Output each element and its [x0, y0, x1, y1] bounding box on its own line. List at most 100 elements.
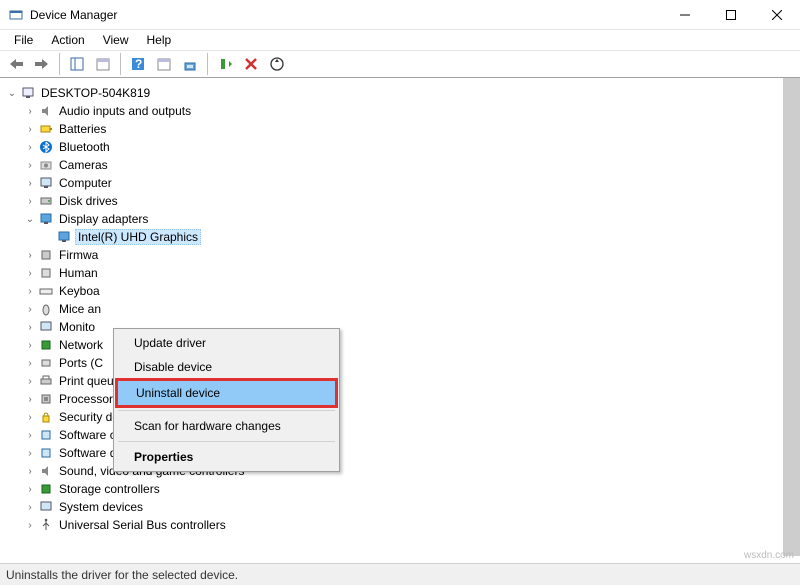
tree-item-keyboards[interactable]: ›Keyboa [4, 282, 796, 300]
display-icon [56, 229, 72, 245]
expand-icon[interactable]: › [24, 484, 36, 495]
minimize-button[interactable] [662, 0, 708, 30]
uninstall-button[interactable] [239, 52, 263, 76]
expand-icon[interactable]: › [24, 268, 36, 279]
expand-icon[interactable]: ⌄ [24, 214, 36, 225]
device-tree[interactable]: ⌄ DESKTOP-504K819 ›Audio inputs and outp… [0, 78, 800, 556]
context-menu-properties[interactable]: Properties [116, 445, 337, 469]
window-title: Device Manager [30, 8, 662, 22]
cpu-icon [38, 391, 54, 407]
expand-icon[interactable]: › [24, 106, 36, 117]
expand-icon[interactable]: › [24, 358, 36, 369]
sw-device-icon [38, 445, 54, 461]
menu-file[interactable]: File [6, 31, 41, 49]
computer-icon [38, 175, 54, 191]
tree-item-bluetooth[interactable]: ›Bluetooth [4, 138, 796, 156]
keyboard-icon [38, 283, 54, 299]
expand-icon[interactable]: › [24, 160, 36, 171]
usb-icon [38, 517, 54, 533]
computer-icon [20, 85, 36, 101]
bluetooth-icon [38, 139, 54, 155]
component-icon [38, 427, 54, 443]
menu-separator [118, 441, 335, 442]
tree-item-system[interactable]: ›System devices [4, 498, 796, 516]
tree-item-firmware[interactable]: ›Firmwa [4, 246, 796, 264]
context-menu-update-driver[interactable]: Update driver [116, 331, 337, 355]
maximize-button[interactable] [708, 0, 754, 30]
tree-item-mice[interactable]: ›Mice an [4, 300, 796, 318]
svg-text:?: ? [135, 57, 142, 71]
title-bar: Device Manager [0, 0, 800, 30]
tree-item-usb[interactable]: ›Universal Serial Bus controllers [4, 516, 796, 534]
expand-icon[interactable]: › [24, 340, 36, 351]
system-icon [38, 499, 54, 515]
scan-button[interactable] [152, 52, 176, 76]
firmware-icon [38, 247, 54, 263]
display-icon [38, 211, 54, 227]
tree-item-computer[interactable]: ›Computer [4, 174, 796, 192]
expand-icon[interactable]: › [24, 196, 36, 207]
expand-icon[interactable]: › [24, 178, 36, 189]
tree-item-batteries[interactable]: ›Batteries [4, 120, 796, 138]
tree-item-hid[interactable]: ›Human [4, 264, 796, 282]
expand-icon[interactable]: › [24, 502, 36, 513]
tree-item-display-adapters[interactable]: ⌄Display adapters [4, 210, 796, 228]
help-button[interactable]: ? [126, 52, 150, 76]
expand-icon[interactable]: › [24, 394, 36, 405]
expand-icon[interactable]: › [24, 412, 36, 423]
expand-icon[interactable]: › [24, 142, 36, 153]
tree-item-storage[interactable]: ›Storage controllers [4, 480, 796, 498]
watermark: wsxdn.com [744, 550, 794, 561]
scan-hardware-button[interactable] [265, 52, 289, 76]
context-menu-scan[interactable]: Scan for hardware changes [116, 414, 337, 438]
window-controls [662, 0, 800, 30]
tree-root[interactable]: ⌄ DESKTOP-504K819 [4, 84, 796, 102]
expand-icon[interactable]: › [24, 286, 36, 297]
camera-icon [38, 157, 54, 173]
back-button[interactable] [4, 52, 28, 76]
properties-button[interactable] [91, 52, 115, 76]
sound-icon [38, 463, 54, 479]
menu-bar: File Action View Help [0, 30, 800, 50]
expand-icon[interactable]: › [24, 520, 36, 531]
expand-icon[interactable]: › [24, 304, 36, 315]
status-text: Uninstalls the driver for the selected d… [6, 568, 238, 582]
close-button[interactable] [754, 0, 800, 30]
tree-item-intel-graphics[interactable]: Intel(R) UHD Graphics [4, 228, 796, 246]
show-hide-tree-button[interactable] [65, 52, 89, 76]
tree-item-audio[interactable]: ›Audio inputs and outputs [4, 102, 796, 120]
expand-icon[interactable]: › [24, 124, 36, 135]
enable-button[interactable] [213, 52, 237, 76]
security-icon [38, 409, 54, 425]
menu-separator [118, 410, 335, 411]
port-icon [38, 355, 54, 371]
vertical-scrollbar[interactable] [783, 78, 800, 556]
disk-icon [38, 193, 54, 209]
expand-icon[interactable]: ⌄ [6, 88, 18, 99]
monitor-icon [38, 319, 54, 335]
tree-root-label: DESKTOP-504K819 [39, 86, 152, 100]
expand-icon[interactable]: › [24, 430, 36, 441]
context-menu-disable-device[interactable]: Disable device [116, 355, 337, 379]
menu-help[interactable]: Help [139, 31, 180, 49]
menu-view[interactable]: View [95, 31, 137, 49]
expand-icon[interactable]: › [24, 250, 36, 261]
tree-item-disk-drives[interactable]: ›Disk drives [4, 192, 796, 210]
expand-icon[interactable]: › [24, 322, 36, 333]
update-driver-button[interactable] [178, 52, 202, 76]
tree-item-cameras[interactable]: ›Cameras [4, 156, 796, 174]
forward-button[interactable] [30, 52, 54, 76]
expand-icon[interactable]: › [24, 466, 36, 477]
expand-icon[interactable]: › [24, 448, 36, 459]
app-icon [8, 7, 24, 23]
status-bar: Uninstalls the driver for the selected d… [0, 563, 800, 585]
context-menu: Update driver Disable device Uninstall d… [113, 328, 340, 472]
expand-icon[interactable]: › [24, 376, 36, 387]
audio-icon [38, 103, 54, 119]
network-icon [38, 337, 54, 353]
context-menu-uninstall-device[interactable]: Uninstall device [118, 381, 335, 405]
storage-icon [38, 481, 54, 497]
hid-icon [38, 265, 54, 281]
printer-icon [38, 373, 54, 389]
menu-action[interactable]: Action [43, 31, 92, 49]
